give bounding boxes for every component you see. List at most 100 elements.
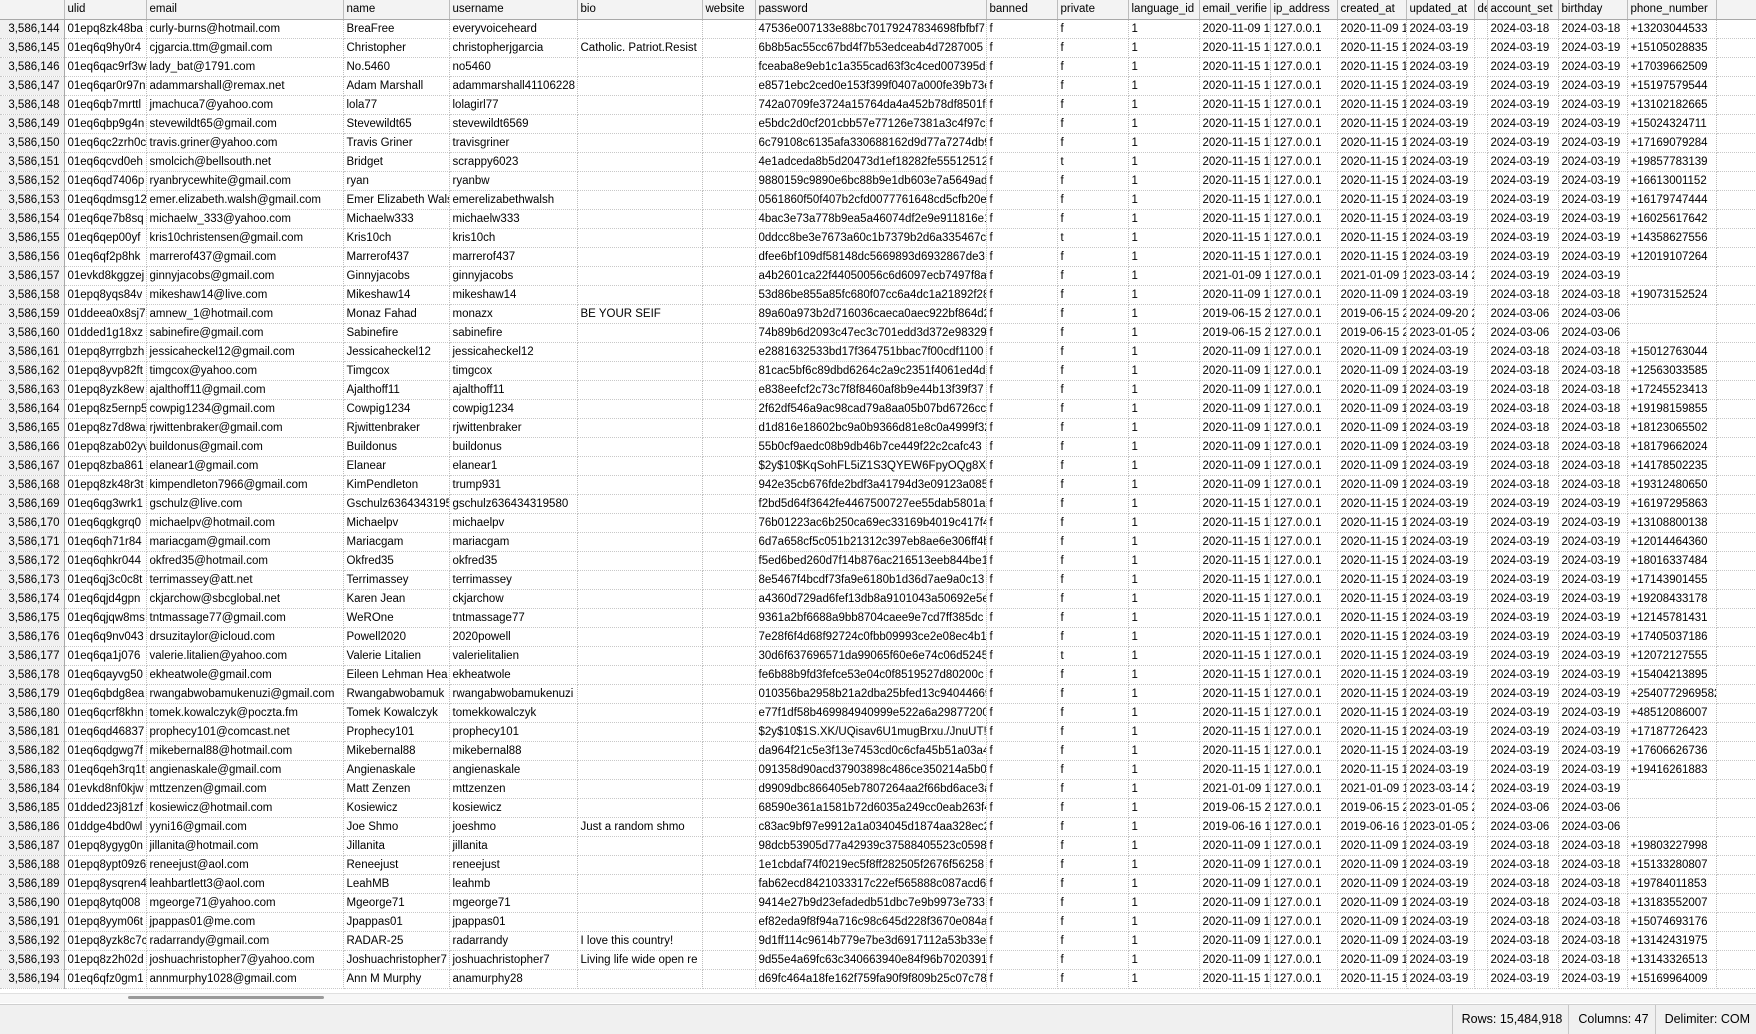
table-cell[interactable] [577,722,703,742]
table-cell[interactable]: Tomek Kowalczyk [343,703,450,723]
table-cell[interactable]: 1 [1128,570,1200,590]
table-cell[interactable]: 127.0.0.1 [1270,285,1338,305]
table-cell[interactable]: f [986,304,1058,324]
table-row[interactable]: 3,586,179 01eq6qbdg8ea rwangabwobamukenuzi… [0,684,1756,704]
table-cell[interactable] [1474,836,1488,856]
table-cell[interactable]: f [986,209,1058,229]
table-cell[interactable]: 2024-03-19 [1406,247,1475,267]
table-cell[interactable]: 127.0.0.1 [1270,836,1338,856]
table-cell[interactable]: 2024-03-19 [1558,969,1628,989]
table-cell[interactable]: joshuachristopher7@yahoo.com [146,950,344,970]
row-number[interactable]: 3,586,194 [0,969,65,989]
table-cell[interactable]: 2024-03-19 [1487,266,1559,286]
table-cell[interactable] [702,494,756,514]
table-cell[interactable]: Michaelw333 [343,209,450,229]
table-cell[interactable]: 2024-03-18 [1558,418,1628,438]
table-cell[interactable]: +17405037186 [1627,627,1717,647]
table-cell[interactable]: 01epq8z2h02d [64,950,147,970]
table-cell[interactable]: 1 [1128,551,1200,571]
table-cell[interactable] [1474,285,1488,305]
table-cell[interactable]: 2020-11-15 1 [1337,95,1407,115]
row-number[interactable]: 3,586,189 [0,874,65,894]
table-cell[interactable]: 9880159c9890e6bc88b9e1db603e7a5649ad4 [755,171,987,191]
table-cell[interactable]: 1 [1128,342,1200,362]
table-cell[interactable]: f [1057,893,1129,913]
table-cell[interactable]: 127.0.0.1 [1270,969,1338,989]
table-cell[interactable]: jpappas01 [449,912,578,932]
table-cell[interactable]: Monaz Fahad [343,304,450,324]
table-cell[interactable]: 127.0.0.1 [1270,665,1338,685]
table-cell[interactable] [1716,532,1756,552]
table-cell[interactable]: f [1057,57,1129,77]
row-number[interactable]: 3,586,169 [0,494,65,514]
table-cell[interactable]: 127.0.0.1 [1270,513,1338,533]
table-cell[interactable] [577,684,703,704]
table-cell[interactable]: 2019-06-16 1 [1199,817,1271,837]
table-cell[interactable]: joshuachristopher7 [449,950,578,970]
table-cell[interactable]: f [1057,969,1129,989]
table-cell[interactable]: 2023-01-05 2 [1406,798,1475,818]
table-cell[interactable]: d69fc464a18fe162f759fa90f9f809b25c07c78 [755,969,987,989]
table-cell[interactable]: Mikeshaw14 [343,285,450,305]
table-cell[interactable]: +19803227998 [1627,836,1717,856]
table-cell[interactable] [1474,665,1488,685]
table-cell[interactable]: 2020-11-15 1 [1199,627,1271,647]
column-header[interactable]: name [343,0,450,20]
table-cell[interactable] [1474,152,1488,172]
table-cell[interactable]: f [986,285,1058,305]
table-cell[interactable]: monazx [449,304,578,324]
horizontal-scrollbar-thumb[interactable] [128,996,324,999]
table-row[interactable]: 3,586,177 01eq6qa1j076 valerie.litalien@ya… [0,646,1756,666]
table-cell[interactable]: 2024-03-19 [1487,551,1559,571]
table-cell[interactable]: 2020-11-09 1 [1337,399,1407,419]
table-cell[interactable] [1716,266,1756,286]
table-cell[interactable]: Just a random shmo [577,817,703,837]
table-cell[interactable]: 2024-03-18 [1558,475,1628,495]
table-cell[interactable] [1474,247,1488,267]
table-cell[interactable]: f [1057,361,1129,381]
table-cell[interactable]: f [986,380,1058,400]
table-cell[interactable]: f5ed6bed260d7f14b876ac216513eeb844be1 [755,551,987,571]
table-cell[interactable]: 127.0.0.1 [1270,532,1338,552]
table-cell[interactable]: f [986,931,1058,951]
table-row[interactable]: 3,586,170 01eq6qgkgrq0 michaelpv@hotmail.c… [0,513,1756,533]
table-cell[interactable] [1716,190,1756,210]
table-cell[interactable]: 2024-03-19 [1406,532,1475,552]
table-cell[interactable]: angienaskale@gmail.com [146,760,344,780]
table-cell[interactable] [702,266,756,286]
table-row[interactable]: 3,586,152 01eq6qd7406p ryanbrycewhite@gmai… [0,171,1756,191]
table-cell[interactable]: marrerof437@gmail.com [146,247,344,267]
column-header[interactable]: bio [577,0,703,20]
table-cell[interactable] [1474,703,1488,723]
table-cell[interactable]: +12072127555 [1627,646,1717,666]
table-cell[interactable]: ryan [343,171,450,191]
table-cell[interactable]: ajalthoff11 [449,380,578,400]
table-cell[interactable] [702,76,756,96]
table-cell[interactable]: 2024-03-19 [1487,608,1559,628]
table-cell[interactable]: 2024-03-19 [1487,646,1559,666]
row-number[interactable]: 3,586,157 [0,266,65,286]
table-cell[interactable]: 2020-11-09 1 [1337,950,1407,970]
table-cell[interactable]: 01eq6qbdg8ea [64,684,147,704]
table-cell[interactable]: 01epq8zab02yv [64,437,147,457]
table-cell[interactable] [1474,361,1488,381]
table-cell[interactable] [1474,304,1488,324]
table-row[interactable]: 3,586,181 01eq6qd46837 prophecy101@comcast… [0,722,1756,742]
table-cell[interactable]: +12019107264 [1627,247,1717,267]
table-cell[interactable]: 2020-11-09 1 [1337,285,1407,305]
table-cell[interactable]: 2024-03-18 [1487,950,1559,970]
table-cell[interactable] [1627,817,1717,837]
table-cell[interactable]: travis.griner@yahoo.com [146,133,344,153]
table-cell[interactable] [702,950,756,970]
table-cell[interactable]: 2024-03-19 [1558,114,1628,134]
table-cell[interactable]: 01epq8ytq008 [64,893,147,913]
table-cell[interactable]: 2024-03-19 [1406,912,1475,932]
table-cell[interactable]: Reneejust [343,855,450,875]
table-cell[interactable] [577,551,703,571]
table-cell[interactable]: joeshmo [449,817,578,837]
table-cell[interactable]: 2024-03-19 [1558,76,1628,96]
table-cell[interactable]: 76b01223ac6b250ca69ec33169b4019c417f4 [755,513,987,533]
table-row[interactable]: 3,586,163 01epq8yzk8ew ajalthoff11@gmail.c… [0,380,1756,400]
table-cell[interactable] [577,494,703,514]
table-cell[interactable]: f [986,532,1058,552]
